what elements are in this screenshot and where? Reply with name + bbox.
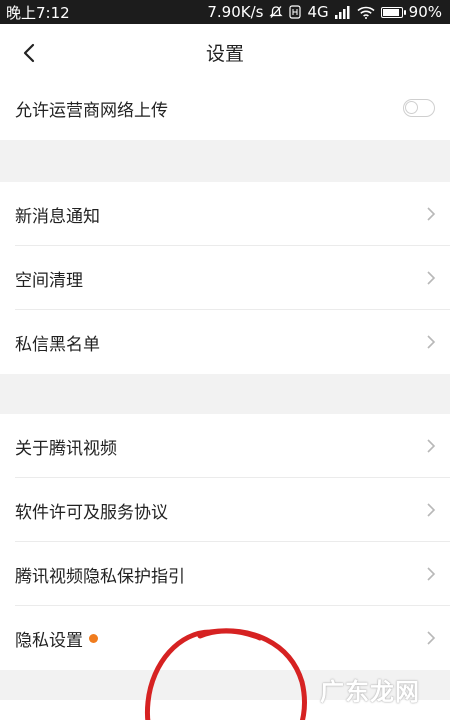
toggle-knob	[405, 101, 418, 114]
notification-dot	[89, 633, 98, 643]
signal-icon	[334, 5, 351, 19]
settings-item-label: 软件许可及服务协议	[15, 502, 168, 523]
net-speed: 7.90K/s	[207, 3, 264, 21]
chevron-right-icon	[427, 335, 436, 349]
chevron-right-icon	[427, 207, 436, 221]
settings-item-label: 新消息通知	[15, 206, 100, 227]
settings-item-about[interactable]: 关于腾讯视频	[0, 414, 450, 478]
chevron-right-icon	[427, 631, 436, 645]
battery-icon	[380, 6, 406, 18]
back-button[interactable]	[16, 40, 42, 66]
chevron-right-icon	[427, 271, 436, 285]
settings-item-label: 隐私设置	[15, 630, 83, 651]
chevron-right-icon	[427, 439, 436, 453]
upload-toggle-switch[interactable]	[403, 99, 435, 117]
mute-icon	[269, 5, 284, 19]
chevron-right-icon	[427, 503, 436, 517]
battery-percent: 90%	[408, 3, 442, 21]
hd-call-icon	[289, 5, 302, 19]
settings-item-license-agreement[interactable]: 软件许可及服务协议	[0, 478, 450, 542]
network-type: 4G	[307, 3, 329, 21]
upload-toggle-row[interactable]: 允许运营商网络上传	[0, 76, 450, 140]
settings-item-label: 关于腾讯视频	[15, 438, 117, 459]
page-title: 设置	[205, 42, 244, 65]
settings-item-notifications[interactable]: 新消息通知	[0, 182, 450, 246]
status-time: 晚上7:12	[6, 3, 70, 22]
watermark-text: 广东龙网	[320, 678, 420, 706]
chevron-right-icon	[427, 567, 436, 581]
header: 设置	[0, 24, 450, 81]
settings-item-privacy-guide[interactable]: 腾讯视频隐私保护指引	[0, 542, 450, 606]
status-icons: 7.90K/s 4G 90%	[207, 3, 442, 21]
status-bar: 晚上7:12 7.90K/s 4G 90%	[0, 0, 450, 24]
settings-item-label: 私信黑名单	[15, 334, 100, 355]
settings-item-label: 空间清理	[15, 270, 83, 291]
wifi-icon	[357, 6, 375, 19]
battery-fill	[382, 8, 399, 16]
settings-item-label: 腾讯视频隐私保护指引	[15, 566, 185, 587]
settings-item-storage-cleanup[interactable]: 空间清理	[0, 246, 450, 310]
upload-toggle-label: 允许运营商网络上传	[15, 100, 168, 121]
settings-item-privacy-settings[interactable]: 隐私设置	[0, 606, 450, 670]
settings-item-message-blacklist[interactable]: 私信黑名单	[0, 310, 450, 374]
back-arrow-icon	[23, 43, 35, 63]
